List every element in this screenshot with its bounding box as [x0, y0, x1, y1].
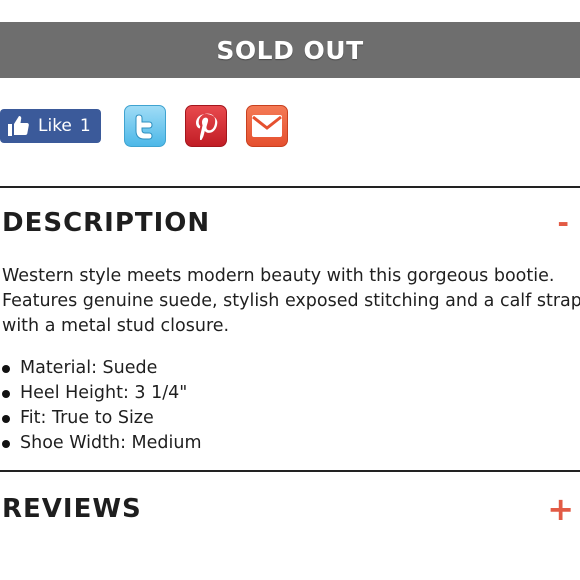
reviews-heading: REVIEWS — [2, 494, 142, 524]
description-heading: DESCRIPTION — [2, 208, 211, 238]
twitter-icon — [135, 114, 153, 140]
sold-out-label: SOLD OUT — [216, 35, 364, 65]
description-text: Western style meets modern beauty with t… — [2, 266, 580, 336]
feature-item: Fit: True to Size — [2, 406, 202, 431]
email-share-button[interactable] — [246, 105, 288, 147]
feature-list: Material: Suede Heel Height: 3 1/4" Fit:… — [2, 356, 202, 456]
thumbs-up-icon — [8, 116, 29, 136]
pinterest-share-button[interactable] — [185, 105, 227, 147]
divider — [0, 186, 580, 188]
facebook-like-count: 1 — [79, 116, 91, 136]
divider — [0, 470, 580, 472]
feature-item: Shoe Width: Medium — [2, 431, 202, 456]
twitter-share-button[interactable] — [124, 105, 166, 147]
facebook-like-label: Like — [38, 116, 72, 136]
sold-out-banner: SOLD OUT — [0, 22, 580, 78]
facebook-like-button[interactable]: Like 1 — [0, 109, 101, 143]
feature-item: Material: Suede — [2, 356, 202, 381]
share-bar: Like 1 — [0, 105, 580, 149]
description-collapse-toggle[interactable]: - — [557, 206, 569, 239]
email-icon — [252, 115, 282, 137]
pinterest-icon — [196, 113, 218, 140]
reviews-expand-toggle[interactable]: + — [547, 490, 574, 528]
feature-item: Heel Height: 3 1/4" — [2, 381, 202, 406]
